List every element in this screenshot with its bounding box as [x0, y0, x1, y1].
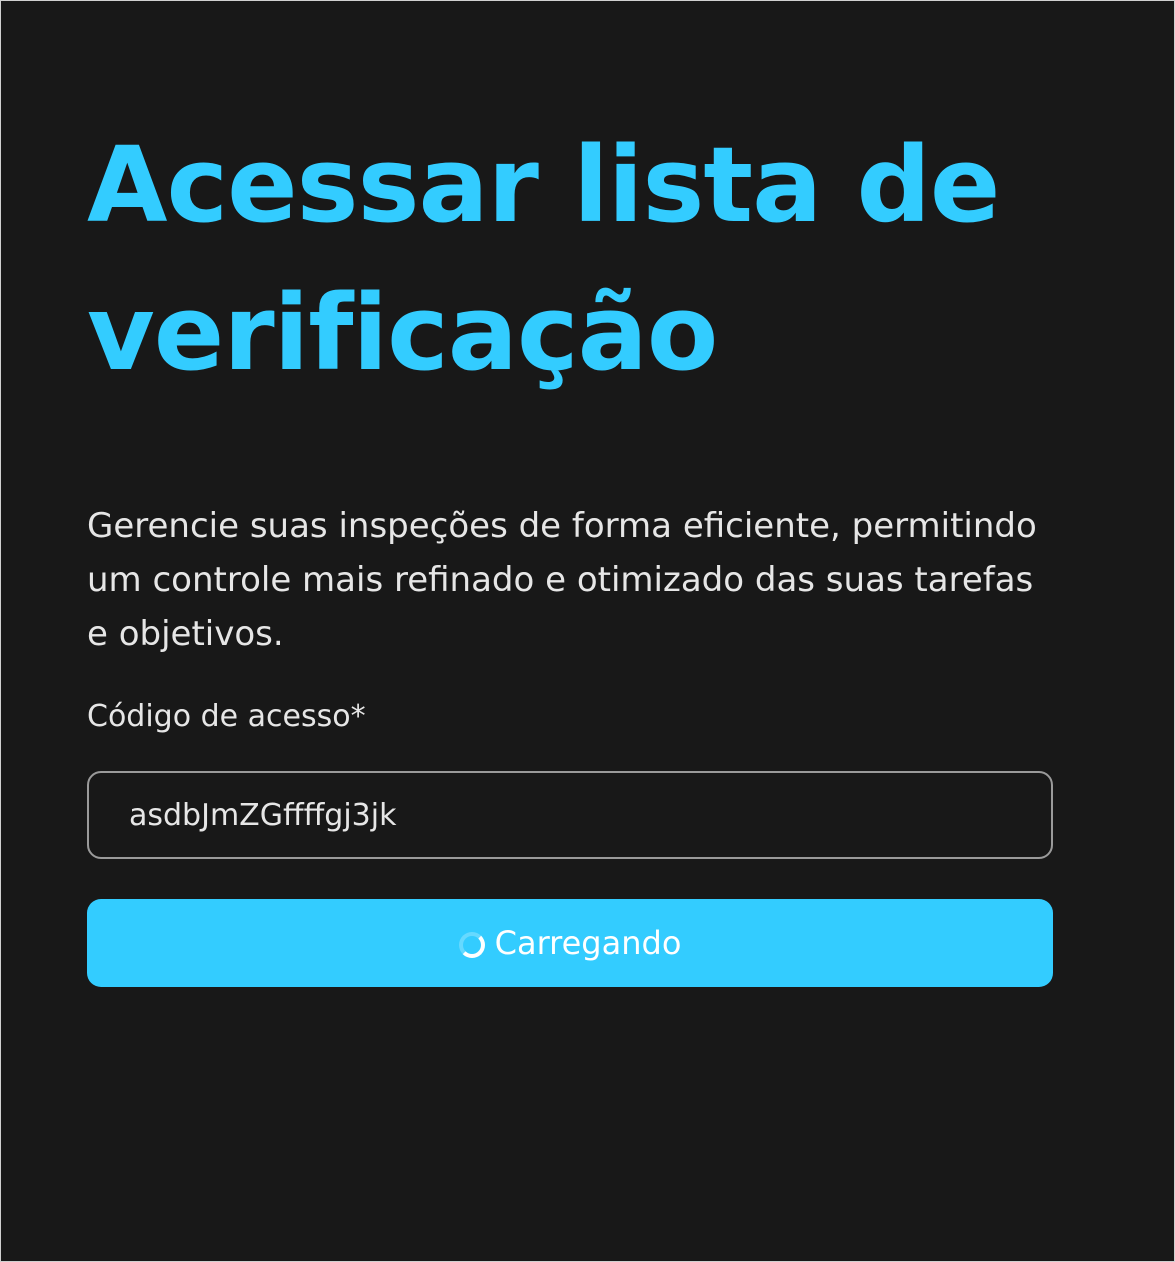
access-form-panel: Acessar lista de verificação Gerencie su… [87, 111, 1053, 987]
submit-button-label: Carregando [494, 924, 682, 962]
access-code-label: Código de acesso* [87, 699, 366, 734]
submit-button[interactable]: Carregando [87, 899, 1053, 987]
page-frame: Acessar lista de verificação Gerencie su… [0, 0, 1175, 1262]
access-code-input[interactable] [87, 771, 1053, 859]
page-title: Acessar lista de verificação [87, 124, 1000, 394]
loading-spinner-icon [458, 932, 485, 958]
page-description: Gerencie suas inspeções de forma eficien… [87, 506, 1037, 654]
